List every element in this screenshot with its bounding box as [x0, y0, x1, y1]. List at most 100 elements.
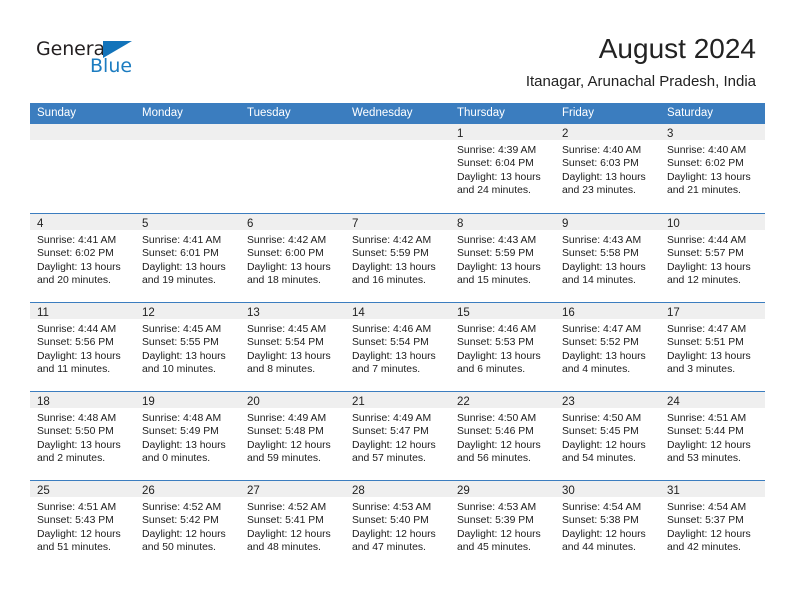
- day-number: 16: [562, 307, 575, 319]
- daylight-line-1: Daylight: 12 hours: [667, 528, 751, 540]
- day-number-band: 2: [555, 124, 660, 140]
- day-number-band: 4: [30, 214, 135, 230]
- day-cell-10[interactable]: 10 Sunrise: 4:44 AM Sunset: 5:57 PM Dayligh…: [660, 214, 765, 302]
- sunrise-line: Sunrise: 4:49 AM: [247, 413, 327, 424]
- day-number-band: 29: [450, 481, 555, 497]
- day-number-band: 28: [345, 481, 450, 497]
- daylight-line-1: Daylight: 13 hours: [37, 439, 121, 451]
- daylight-line-2: and 53 minutes.: [667, 453, 741, 465]
- day-number: 24: [667, 396, 680, 408]
- daylight-line-1: Daylight: 12 hours: [247, 439, 331, 451]
- day-number-band: 7: [345, 214, 450, 230]
- day-number: 13: [247, 307, 260, 319]
- day-cell-14[interactable]: 14 Sunrise: 4:46 AM Sunset: 5:54 PM Dayligh…: [345, 303, 450, 391]
- day-cell-29[interactable]: 29 Sunrise: 4:53 AM Sunset: 5:39 PM Dayligh…: [450, 481, 555, 569]
- daylight-line-2: and 51 minutes.: [37, 542, 111, 554]
- day-cell-28[interactable]: 28 Sunrise: 4:53 AM Sunset: 5:40 PM Dayligh…: [345, 481, 450, 569]
- sunrise-line: Sunrise: 4:43 AM: [562, 235, 642, 246]
- day-number-band: 3: [660, 124, 765, 140]
- sunrise-line: Sunrise: 4:52 AM: [247, 502, 327, 513]
- day-number-band: 13: [240, 303, 345, 319]
- day-cell-13[interactable]: 13 Sunrise: 4:45 AM Sunset: 5:54 PM Dayligh…: [240, 303, 345, 391]
- sunrise-line: Sunrise: 4:54 AM: [667, 502, 747, 513]
- day-number-band: 30: [555, 481, 660, 497]
- sunset-line: Sunset: 5:53 PM: [457, 337, 534, 349]
- sunset-line: Sunset: 5:58 PM: [562, 248, 639, 260]
- day-cell-21[interactable]: 21 Sunrise: 4:49 AM Sunset: 5:47 PM Dayligh…: [345, 392, 450, 480]
- day-number: 28: [352, 485, 365, 497]
- title-block: August 2024 Itanagar, Arunachal Pradesh,…: [526, 32, 756, 92]
- day-cell-31[interactable]: 31 Sunrise: 4:54 AM Sunset: 5:37 PM Dayligh…: [660, 481, 765, 569]
- day-cell-4[interactable]: 4 Sunrise: 4:41 AM Sunset: 6:02 PM Daylight…: [30, 214, 135, 302]
- day-cell-16[interactable]: 16 Sunrise: 4:47 AM Sunset: 5:52 PM Dayligh…: [555, 303, 660, 391]
- day-number-band: [135, 124, 240, 140]
- daylight-line-2: and 47 minutes.: [352, 542, 426, 554]
- day-details: Sunrise: 4:42 AM Sunset: 6:00 PM Daylight:…: [240, 230, 345, 288]
- day-number: 29: [457, 485, 470, 497]
- day-cell-18[interactable]: 18 Sunrise: 4:48 AM Sunset: 5:50 PM Dayligh…: [30, 392, 135, 480]
- day-cell-9[interactable]: 9 Sunrise: 4:43 AM Sunset: 5:58 PM Daylight…: [555, 214, 660, 302]
- page-header: General Blue August 2024 Itanagar, Aruna…: [0, 0, 792, 103]
- day-cell-19[interactable]: 19 Sunrise: 4:48 AM Sunset: 5:49 PM Dayligh…: [135, 392, 240, 480]
- calendar-page: General Blue August 2024 Itanagar, Aruna…: [0, 0, 792, 612]
- day-cell-22[interactable]: 22 Sunrise: 4:50 AM Sunset: 5:46 PM Dayligh…: [450, 392, 555, 480]
- sunrise-line: Sunrise: 4:46 AM: [457, 324, 537, 335]
- daylight-line-1: Daylight: 12 hours: [352, 439, 436, 451]
- day-details: Sunrise: 4:54 AM Sunset: 5:37 PM Daylight:…: [660, 497, 765, 555]
- daylight-line-1: Daylight: 12 hours: [457, 439, 541, 451]
- day-cell-17[interactable]: 17 Sunrise: 4:47 AM Sunset: 5:51 PM Dayligh…: [660, 303, 765, 391]
- sunset-line: Sunset: 5:52 PM: [562, 337, 639, 349]
- day-details: Sunrise: 4:40 AM Sunset: 6:02 PM Daylight:…: [660, 140, 765, 198]
- sunrise-line: Sunrise: 4:40 AM: [562, 145, 642, 156]
- calendar-week-row: 11 Sunrise: 4:44 AM Sunset: 5:56 PM Dayligh…: [30, 302, 765, 391]
- day-details: Sunrise: 4:48 AM Sunset: 5:50 PM Daylight:…: [30, 408, 135, 466]
- day-cell-2[interactable]: 2 Sunrise: 4:40 AM Sunset: 6:03 PM Daylight…: [555, 124, 660, 213]
- day-number: 11: [37, 307, 49, 319]
- daylight-line-2: and 20 minutes.: [37, 275, 111, 287]
- day-cell-8[interactable]: 8 Sunrise: 4:43 AM Sunset: 5:59 PM Daylight…: [450, 214, 555, 302]
- daylight-line-1: Daylight: 13 hours: [562, 350, 646, 362]
- day-cell-1[interactable]: 1 Sunrise: 4:39 AM Sunset: 6:04 PM Daylight…: [450, 124, 555, 213]
- day-details: Sunrise: 4:52 AM Sunset: 5:41 PM Daylight:…: [240, 497, 345, 555]
- sunrise-line: Sunrise: 4:41 AM: [37, 235, 117, 246]
- day-number: 10: [667, 218, 680, 230]
- sunrise-line: Sunrise: 4:42 AM: [247, 235, 327, 246]
- day-number: 18: [37, 396, 50, 408]
- sunset-line: Sunset: 6:00 PM: [247, 248, 324, 260]
- calendar-grid: Sunday Monday Tuesday Wednesday Thursday Frid…: [30, 103, 765, 569]
- daylight-line-1: Daylight: 13 hours: [562, 171, 646, 183]
- day-number: 7: [352, 218, 359, 230]
- day-number-band: 31: [660, 481, 765, 497]
- day-cell-24[interactable]: 24 Sunrise: 4:51 AM Sunset: 5:44 PM Dayligh…: [660, 392, 765, 480]
- sunrise-line: Sunrise: 4:53 AM: [457, 502, 537, 513]
- day-number-band: [240, 124, 345, 140]
- day-cell-12[interactable]: 12 Sunrise: 4:45 AM Sunset: 5:55 PM Dayligh…: [135, 303, 240, 391]
- day-details: Sunrise: 4:49 AM Sunset: 5:47 PM Daylight:…: [345, 408, 450, 466]
- daylight-line-1: Daylight: 13 hours: [667, 261, 751, 273]
- daylight-line-1: Daylight: 12 hours: [562, 439, 646, 451]
- daylight-line-2: and 4 minutes.: [562, 364, 631, 376]
- day-cell-11[interactable]: 11 Sunrise: 4:44 AM Sunset: 5:56 PM Dayligh…: [30, 303, 135, 391]
- weekday-header-wednesday: Wednesday: [352, 107, 413, 119]
- day-cell-6[interactable]: 6 Sunrise: 4:42 AM Sunset: 6:00 PM Daylight…: [240, 214, 345, 302]
- calendar-week-row: 25 Sunrise: 4:51 AM Sunset: 5:43 PM Dayligh…: [30, 480, 765, 569]
- day-details: [135, 140, 240, 144]
- day-number: 19: [142, 396, 155, 408]
- daylight-line-2: and 0 minutes.: [142, 453, 211, 465]
- day-cell-15[interactable]: 15 Sunrise: 4:46 AM Sunset: 5:53 PM Dayligh…: [450, 303, 555, 391]
- day-cell-5[interactable]: 5 Sunrise: 4:41 AM Sunset: 6:01 PM Daylight…: [135, 214, 240, 302]
- day-cell-3[interactable]: 3 Sunrise: 4:40 AM Sunset: 6:02 PM Daylight…: [660, 124, 765, 213]
- day-cell-30[interactable]: 30 Sunrise: 4:54 AM Sunset: 5:38 PM Dayligh…: [555, 481, 660, 569]
- day-details: Sunrise: 4:54 AM Sunset: 5:38 PM Daylight:…: [555, 497, 660, 555]
- day-cell-20[interactable]: 20 Sunrise: 4:49 AM Sunset: 5:48 PM Dayligh…: [240, 392, 345, 480]
- day-cell-7[interactable]: 7 Sunrise: 4:42 AM Sunset: 5:59 PM Daylight…: [345, 214, 450, 302]
- day-number: 17: [667, 307, 680, 319]
- day-cell-27[interactable]: 27 Sunrise: 4:52 AM Sunset: 5:41 PM Dayligh…: [240, 481, 345, 569]
- day-cell-26[interactable]: 26 Sunrise: 4:52 AM Sunset: 5:42 PM Dayligh…: [135, 481, 240, 569]
- day-cell-23[interactable]: 23 Sunrise: 4:50 AM Sunset: 5:45 PM Dayligh…: [555, 392, 660, 480]
- day-number: 22: [457, 396, 470, 408]
- day-cell-25[interactable]: 25 Sunrise: 4:51 AM Sunset: 5:43 PM Dayligh…: [30, 481, 135, 569]
- general-blue-logo[interactable]: General Blue: [36, 39, 146, 81]
- day-number: 14: [352, 307, 365, 319]
- day-number: 4: [37, 218, 44, 230]
